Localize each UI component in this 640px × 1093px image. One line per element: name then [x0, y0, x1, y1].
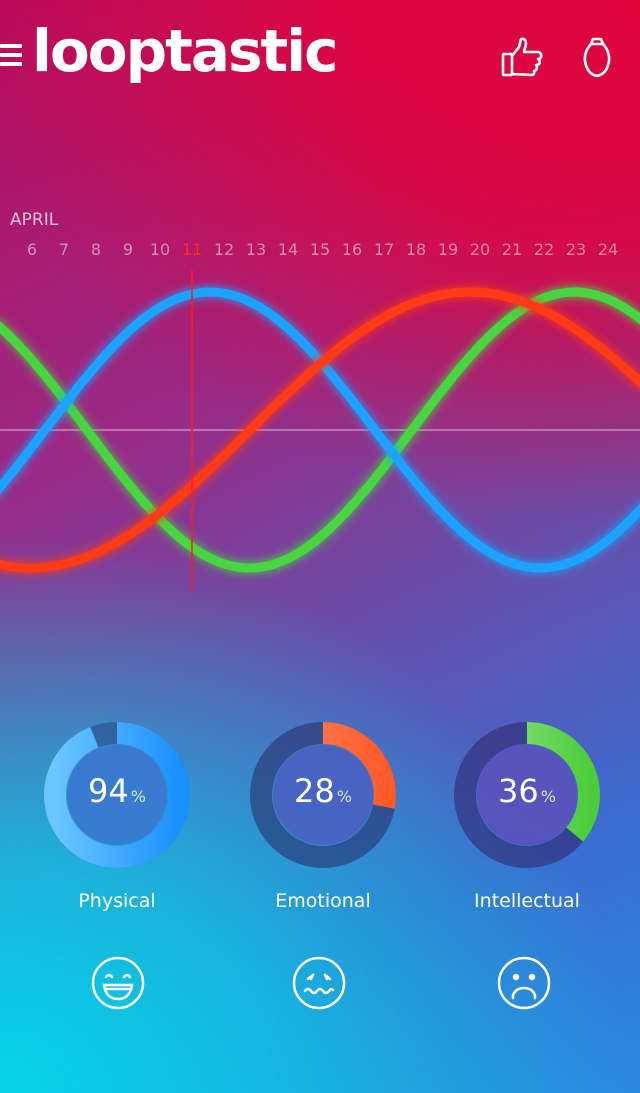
intellectual-value: 36%: [498, 772, 556, 810]
app-header: looptastic: [0, 0, 640, 110]
mood-faces-row: [0, 955, 640, 1015]
day-label[interactable]: 12: [208, 240, 240, 259]
intellectual-label: Intellectual: [474, 890, 580, 912]
day-label[interactable]: 11: [176, 240, 208, 259]
day-label[interactable]: 9: [112, 240, 144, 259]
day-label[interactable]: 21: [496, 240, 528, 259]
day-label[interactable]: 19: [432, 240, 464, 259]
day-label[interactable]: 20: [464, 240, 496, 259]
gauge-physical[interactable]: 94% Physical: [42, 720, 202, 912]
day-label[interactable]: 15: [304, 240, 336, 259]
month-label: APRIL: [10, 210, 59, 230]
menu-icon[interactable]: [0, 44, 22, 70]
sad-face-icon: [497, 956, 551, 1010]
gauge-emotional[interactable]: 28% Emotional: [248, 720, 408, 912]
gauge-intellectual[interactable]: 36% Intellectual: [452, 720, 612, 912]
day-label[interactable]: 16: [336, 240, 368, 259]
day-label[interactable]: 24: [592, 240, 624, 259]
gauges-row: 94% Physical 28% Emotional 36 % Intellec…: [0, 720, 640, 920]
happy-face-icon: [91, 956, 145, 1010]
thumbs-up-icon[interactable]: [500, 36, 544, 78]
day-label[interactable]: 14: [272, 240, 304, 259]
physical-value: 94%: [88, 772, 146, 810]
day-label[interactable]: 17: [368, 240, 400, 259]
worried-face-icon: [292, 956, 346, 1010]
day-label[interactable]: 22: [528, 240, 560, 259]
day-label[interactable]: 7: [48, 240, 80, 259]
lightbulb-icon[interactable]: [582, 36, 612, 80]
physical-label: Physical: [78, 890, 156, 912]
day-label[interactable]: 23: [560, 240, 592, 259]
day-label[interactable]: 8: [80, 240, 112, 259]
day-label[interactable]: 18: [400, 240, 432, 259]
emotional-value: 28%: [294, 772, 352, 810]
day-label[interactable]: 10: [144, 240, 176, 259]
biorhythm-chart[interactable]: [0, 260, 640, 600]
app-logo: looptastic: [32, 17, 338, 85]
day-label[interactable]: 13: [240, 240, 272, 259]
emotional-label: Emotional: [275, 890, 371, 912]
day-label[interactable]: 6: [16, 240, 48, 259]
